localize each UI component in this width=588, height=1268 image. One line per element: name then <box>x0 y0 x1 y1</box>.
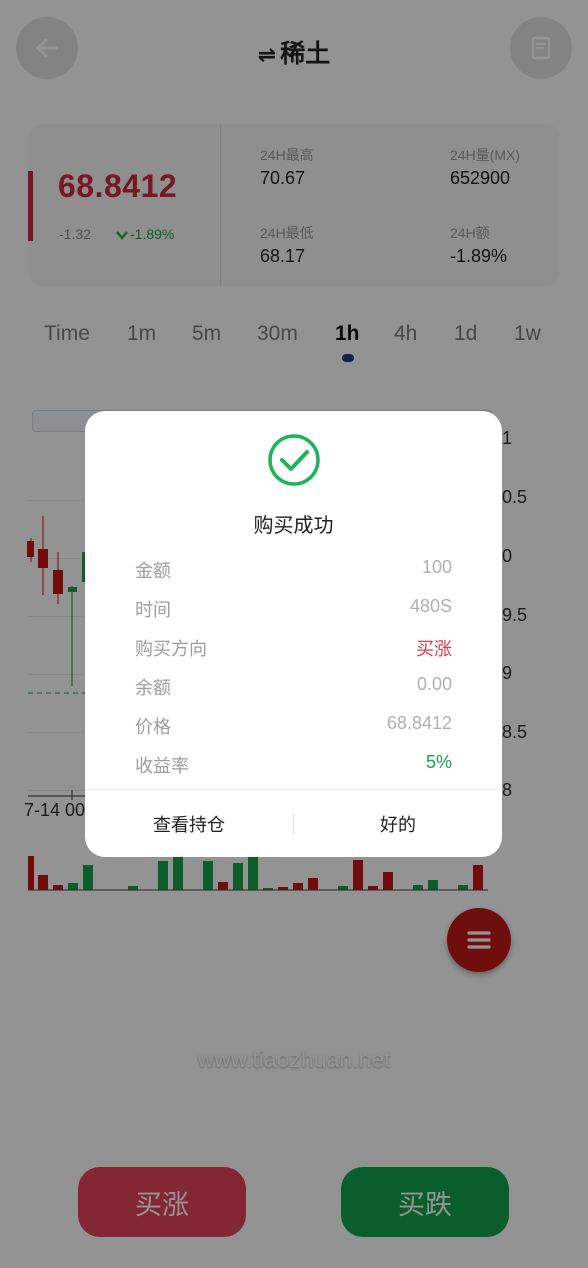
balance-value: 0.00 <box>416 674 452 694</box>
amount-label: 金额 <box>135 561 171 581</box>
balance-label: 余额 <box>135 678 171 698</box>
view-positions-button[interactable]: 查看持仓 <box>85 790 293 857</box>
purchase-success-dialog: 购买成功 金额 100 时间 480S 购买方向 买涨 余额 0.00 价格 6… <box>85 411 502 857</box>
ok-button[interactable]: 好的 <box>294 790 502 857</box>
price-value: 68.8412 <box>386 713 452 733</box>
success-check-icon <box>268 434 320 486</box>
dialog-title: 购买成功 <box>253 515 334 537</box>
yield-label: 收益率 <box>135 756 189 776</box>
time-label: 时间 <box>135 600 171 620</box>
price-label: 价格 <box>135 717 171 737</box>
yield-value: 5% <box>425 752 452 772</box>
amount-value: 100 <box>421 557 452 577</box>
direction-label: 购买方向 <box>135 639 207 659</box>
time-value: 480S <box>409 596 452 616</box>
direction-value: 买涨 <box>416 639 452 659</box>
